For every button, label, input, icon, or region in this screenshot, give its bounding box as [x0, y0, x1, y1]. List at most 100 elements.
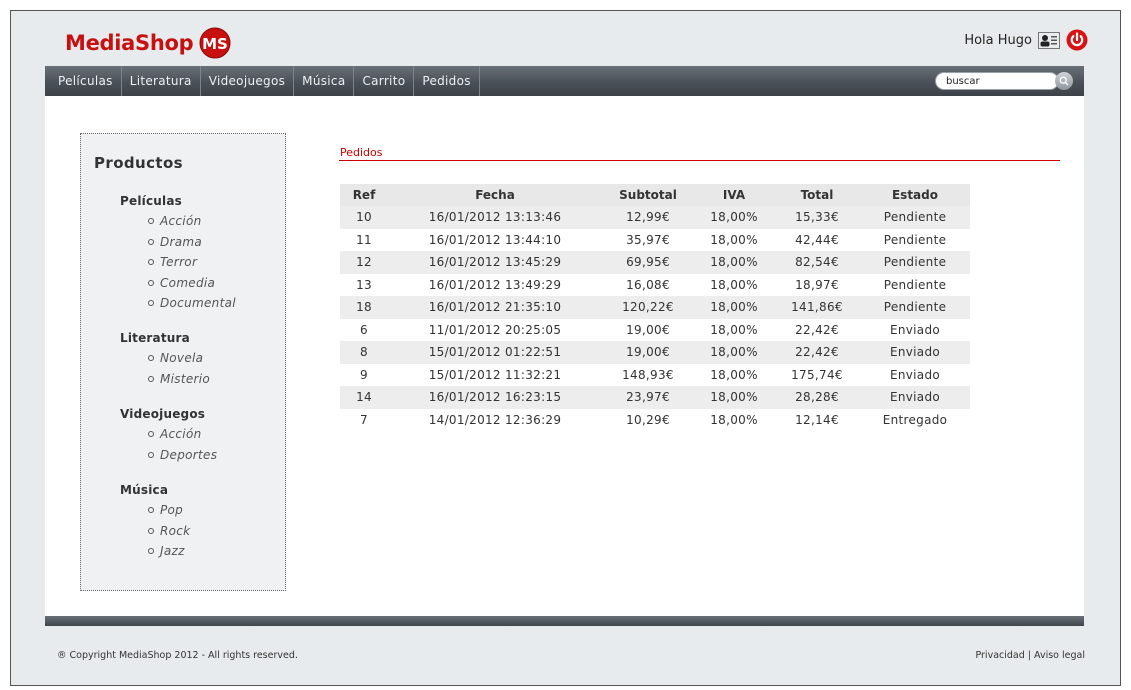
table-row[interactable]: 11 16/01/2012 13:44:10 35,97€ 18,00% 42,… — [340, 228, 970, 251]
table-row[interactable]: 14 16/01/2012 16:23:15 23,97€ 18,00% 28,… — [340, 386, 970, 409]
subcategory-comedia[interactable]: Comedia — [148, 273, 236, 294]
category-title[interactable]: Películas — [120, 194, 236, 208]
category-title[interactable]: Música — [120, 483, 190, 497]
cell-subtotal: 19,00€ — [602, 341, 694, 364]
subcategory-rock[interactable]: Rock — [148, 521, 190, 542]
sidebar-title: Productos — [94, 154, 184, 172]
cell-iva: 18,00% — [694, 296, 774, 319]
orders-table: Ref Fecha Subtotal IVA Total Estado 10 1… — [340, 184, 970, 431]
subcategory-drama[interactable]: Drama — [148, 232, 236, 253]
cell-total: 42,44€ — [774, 228, 860, 251]
table-row[interactable]: 6 11/01/2012 20:25:05 19,00€ 18,00% 22,4… — [340, 318, 970, 341]
subcategory-jazz[interactable]: Jazz — [148, 541, 190, 562]
cell-subtotal: 12,99€ — [602, 206, 694, 229]
cell-total: 18,97€ — [774, 273, 860, 296]
privacy-link[interactable]: Privacidad — [975, 650, 1024, 661]
col-header-total: Total — [774, 184, 860, 206]
table-row[interactable]: 13 16/01/2012 13:49:29 16,08€ 18,00% 18,… — [340, 273, 970, 296]
search — [935, 72, 1073, 90]
footer-links: Privacidad | Aviso legal — [975, 650, 1085, 661]
cell-ref: 18 — [340, 296, 388, 319]
cell-total: 141,86€ — [774, 296, 860, 319]
bullet-icon — [148, 451, 154, 458]
cell-estado: Entregado — [860, 408, 970, 431]
table-row[interactable]: 18 16/01/2012 21:35:10 120,22€ 18,00% 14… — [340, 296, 970, 319]
table-row[interactable]: 9 15/01/2012 11:32:21 148,93€ 18,00% 175… — [340, 363, 970, 386]
subcategory-terror[interactable]: Terror — [148, 252, 236, 273]
cell-total: 175,74€ — [774, 363, 860, 386]
subcategory-novela[interactable]: Novela — [148, 348, 210, 369]
bullet-icon — [148, 375, 154, 382]
power-icon[interactable] — [1066, 29, 1088, 51]
category-title[interactable]: Literatura — [120, 331, 210, 345]
bullet-icon — [148, 355, 154, 362]
cell-subtotal: 19,00€ — [602, 318, 694, 341]
subcategory-accion[interactable]: Acción — [148, 424, 217, 445]
cell-ref: 9 — [340, 363, 388, 386]
cell-ref: 8 — [340, 341, 388, 364]
legal-notice-link[interactable]: Aviso legal — [1034, 650, 1085, 661]
search-input[interactable] — [935, 72, 1059, 90]
cell-total: 15,33€ — [774, 206, 860, 229]
table-row[interactable]: 8 15/01/2012 01:22:51 19,00€ 18,00% 22,4… — [340, 341, 970, 364]
bullet-icon — [148, 238, 154, 245]
cell-total: 28,28€ — [774, 386, 860, 409]
logo[interactable]: MediaShop MS — [65, 27, 233, 59]
cell-iva: 18,00% — [694, 363, 774, 386]
table-row[interactable]: 7 14/01/2012 12:36:29 10,29€ 18,00% 12,1… — [340, 408, 970, 431]
bullet-icon — [148, 507, 154, 514]
cell-estado: Enviado — [860, 386, 970, 409]
nav-musica[interactable]: Música — [294, 66, 355, 96]
table-row[interactable]: 12 16/01/2012 13:45:29 69,95€ 18,00% 82,… — [340, 251, 970, 274]
subcategory-documental[interactable]: Documental — [148, 293, 236, 314]
user-card-icon[interactable] — [1038, 31, 1060, 49]
table-row[interactable]: 10 16/01/2012 13:13:46 12,99€ 18,00% 15,… — [340, 206, 970, 229]
logo-badge-text: MS — [203, 35, 229, 53]
cell-ref: 7 — [340, 408, 388, 431]
cell-estado: Pendiente — [860, 228, 970, 251]
user-area: Hola Hugo — [964, 29, 1088, 51]
nav-carrito[interactable]: Carrito — [354, 66, 415, 96]
page-title: Pedidos — [340, 146, 383, 159]
category-title[interactable]: Videojuegos — [120, 407, 217, 421]
col-header-iva: IVA — [694, 184, 774, 206]
cell-fecha: 16/01/2012 13:13:46 — [388, 206, 602, 229]
col-header-fecha: Fecha — [388, 184, 602, 206]
nav-peliculas[interactable]: Películas — [45, 66, 122, 96]
cell-ref: 12 — [340, 251, 388, 274]
title-divider — [339, 160, 1060, 161]
cell-fecha: 16/01/2012 13:44:10 — [388, 228, 602, 251]
cell-fecha: 16/01/2012 21:35:10 — [388, 296, 602, 319]
cell-fecha: 16/01/2012 13:49:29 — [388, 273, 602, 296]
link-separator: | — [1027, 650, 1031, 661]
subcategory-accion[interactable]: Acción — [148, 211, 236, 232]
subcategory-misterio[interactable]: Misterio — [148, 369, 210, 390]
category-musica: Música Pop Rock Jazz — [120, 483, 190, 562]
category-videojuegos: Videojuegos Acción Deportes — [120, 407, 217, 465]
nav-videojuegos[interactable]: Videojuegos — [201, 66, 295, 96]
cell-total: 22,42€ — [774, 318, 860, 341]
cell-estado: Pendiente — [860, 251, 970, 274]
cell-estado: Enviado — [860, 341, 970, 364]
cell-subtotal: 10,29€ — [602, 408, 694, 431]
cell-iva: 18,00% — [694, 341, 774, 364]
search-button[interactable] — [1055, 72, 1073, 90]
nav-literatura[interactable]: Literatura — [122, 66, 201, 96]
logo-badge-icon: MS — [199, 27, 231, 59]
subcategory-pop[interactable]: Pop — [148, 500, 190, 521]
cell-ref: 11 — [340, 228, 388, 251]
cell-fecha: 16/01/2012 13:45:29 — [388, 251, 602, 274]
products-sidebar: Productos Películas Acción Drama Terror … — [80, 133, 286, 591]
bullet-icon — [148, 527, 154, 534]
bullet-icon — [148, 548, 154, 555]
category-literatura: Literatura Novela Misterio — [120, 331, 210, 389]
cell-ref: 13 — [340, 273, 388, 296]
nav-pedidos[interactable]: Pedidos — [414, 66, 480, 96]
cell-iva: 18,00% — [694, 408, 774, 431]
subcategory-deportes[interactable]: Deportes — [148, 445, 217, 466]
col-header-subtotal: Subtotal — [602, 184, 694, 206]
cell-iva: 18,00% — [694, 228, 774, 251]
bullet-icon — [148, 218, 154, 225]
cell-total: 22,42€ — [774, 341, 860, 364]
cell-subtotal: 148,93€ — [602, 363, 694, 386]
